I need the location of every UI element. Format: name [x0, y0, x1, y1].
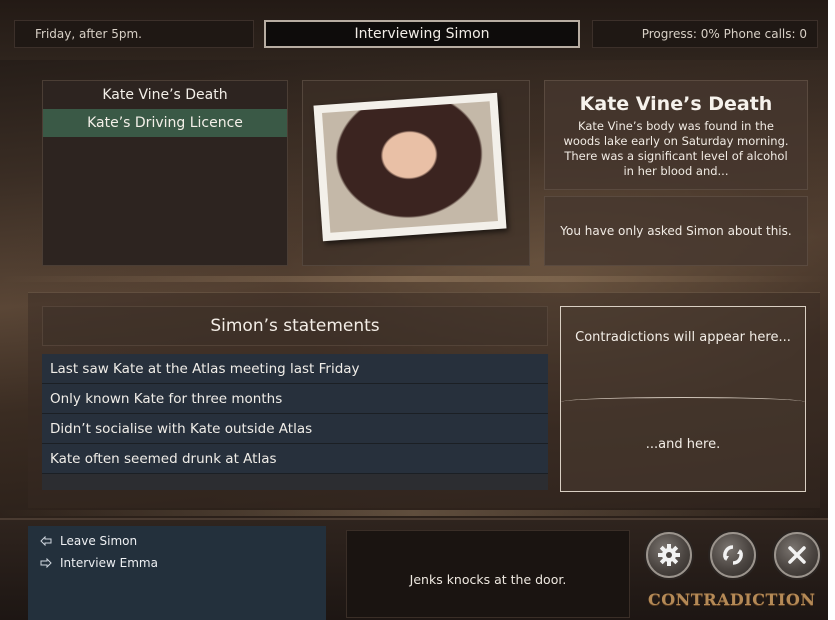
divider: [561, 397, 805, 407]
navigation-menu: Leave Simon Interview Emma: [28, 526, 326, 620]
arrow-left-icon: [40, 536, 52, 546]
close-icon: [786, 544, 808, 566]
statement-item[interactable]: Last saw Kate at the Atlas meeting last …: [42, 354, 548, 384]
evidence-item-kate-vines-death[interactable]: Kate Vine’s Death: [43, 81, 287, 109]
contradiction-slot-top[interactable]: Contradictions will appear here...: [561, 329, 805, 347]
evidence-info-panel: Kate Vine’s Death Kate Vine’s body was f…: [544, 80, 808, 190]
logo-wordmark: CONTRADICTION: [648, 590, 816, 609]
progress-status: Progress: 0% Phone calls: 0: [592, 20, 818, 48]
settings-button[interactable]: [646, 532, 692, 578]
top-bar: Friday, after 5pm. Interviewing Simon Pr…: [0, 0, 828, 60]
contradiction-logo: CONTRADICTION: [648, 590, 818, 618]
statement-item[interactable]: Didn’t socialise with Kate outside Atlas: [42, 414, 548, 444]
contradictions-panel: Contradictions will appear here... ...an…: [560, 306, 806, 492]
kate-vine-photo: [313, 92, 507, 242]
nav-label: Interview Emma: [60, 556, 158, 570]
message-box: Jenks knocks at the door.: [346, 530, 630, 618]
background-highlight: [0, 276, 828, 282]
evidence-title: Kate Vine’s Death: [579, 93, 773, 115]
refresh-icon: [721, 543, 745, 567]
settings-gear-icon: [657, 543, 681, 567]
page-title: Interviewing Simon: [264, 20, 580, 48]
refresh-button[interactable]: [710, 532, 756, 578]
time-label: Friday, after 5pm.: [14, 20, 254, 48]
evidence-list: Kate Vine’s Death Kate’s Driving Licence: [42, 80, 288, 266]
page-margin: [828, 0, 835, 620]
statement-item[interactable]: Only known Kate for three months: [42, 384, 548, 414]
statements-heading: Simon’s statements: [42, 306, 548, 346]
nav-label: Leave Simon: [60, 534, 138, 548]
background-highlight: [0, 510, 828, 516]
game-screen: Friday, after 5pm. Interviewing Simon Pr…: [0, 0, 828, 620]
close-button[interactable]: [774, 532, 820, 578]
interview-note: You have only asked Simon about this.: [544, 196, 808, 266]
arrow-right-icon: [40, 558, 52, 568]
evidence-description: Kate Vine’s body was found in the woods …: [563, 119, 789, 178]
nav-item-interview-emma[interactable]: Interview Emma: [28, 552, 326, 574]
contradiction-slot-bottom[interactable]: ...and here.: [561, 437, 805, 452]
statement-item[interactable]: Kate often seemed drunk at Atlas: [42, 444, 548, 474]
nav-item-leave-simon[interactable]: Leave Simon: [28, 530, 326, 552]
evidence-item-driving-licence[interactable]: Kate’s Driving Licence: [43, 109, 287, 137]
portrait-image: [322, 101, 498, 233]
statements-list: Last saw Kate at the Atlas meeting last …: [42, 354, 548, 490]
